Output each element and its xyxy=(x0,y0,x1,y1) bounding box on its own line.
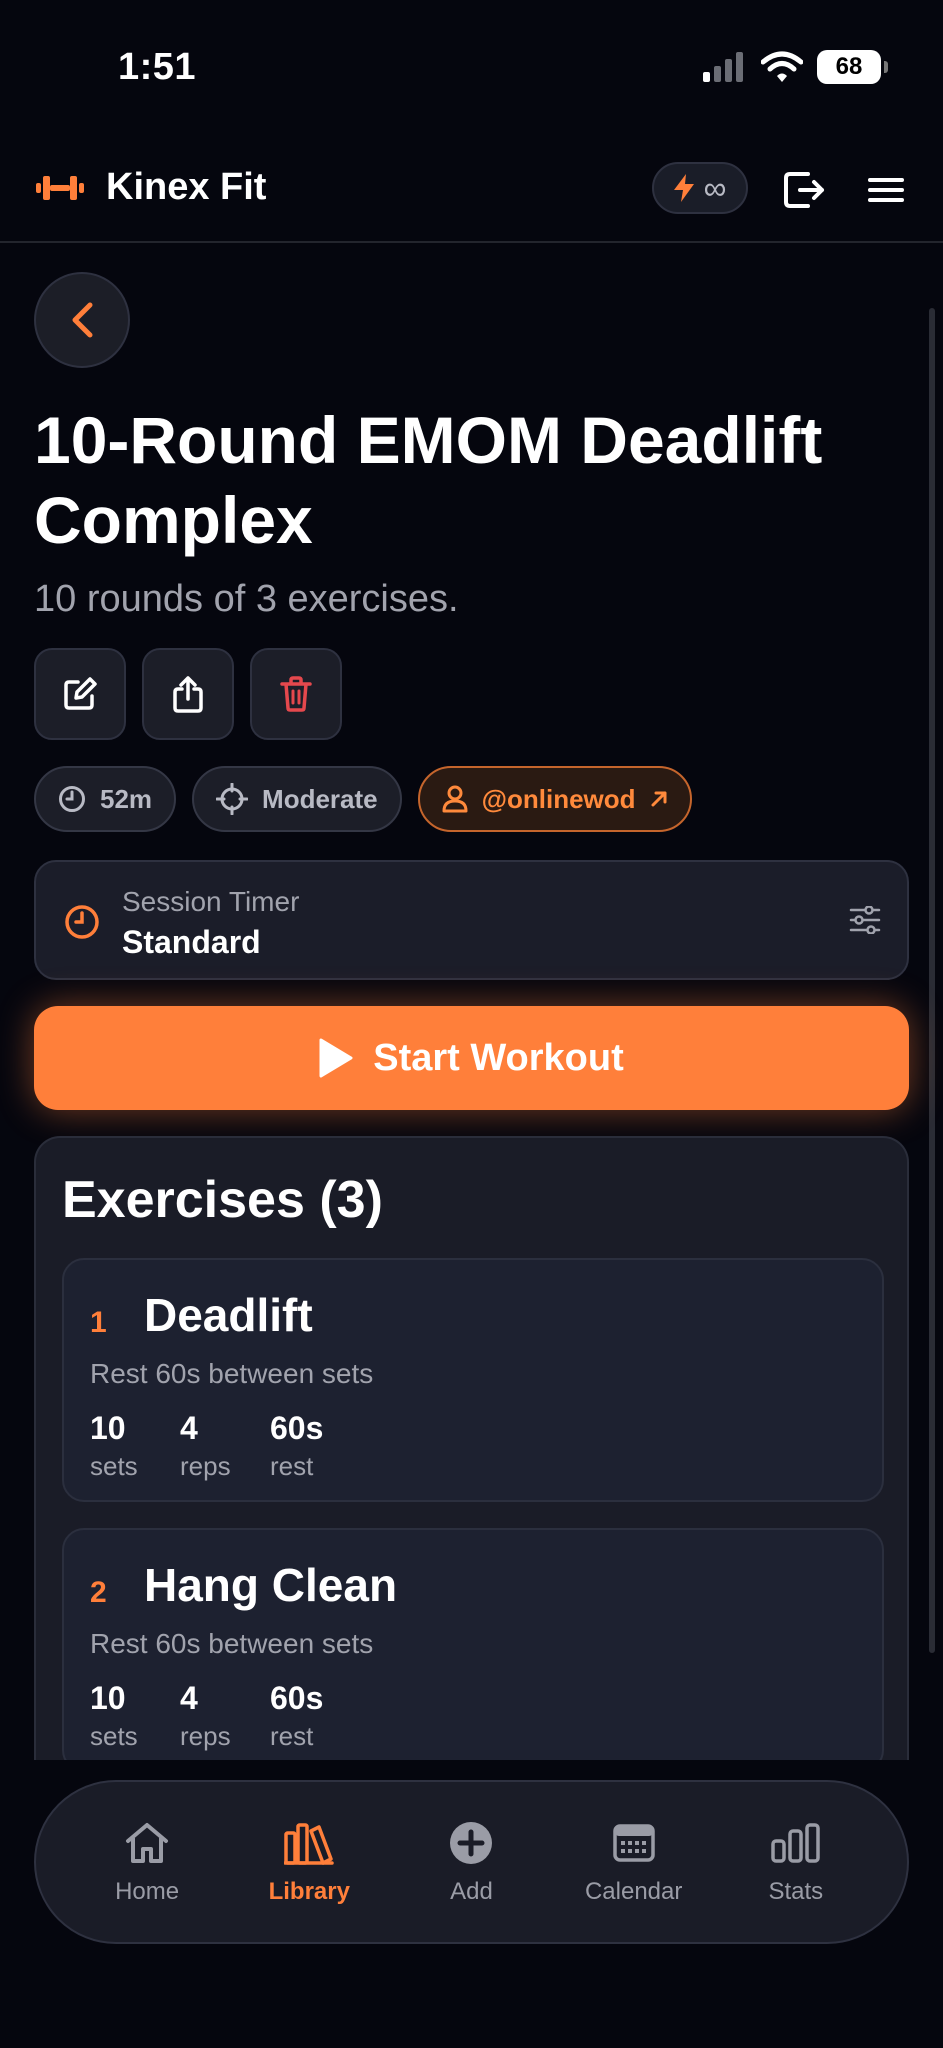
nav-item-stats[interactable]: Stats xyxy=(721,1818,871,1906)
workout-actions xyxy=(34,648,342,740)
delete-button[interactable] xyxy=(250,648,342,740)
nav-label-library: Library xyxy=(268,1878,350,1905)
nav-label-stats: Stats xyxy=(768,1878,824,1905)
chevron-left-icon xyxy=(72,302,93,338)
bottom-nav: Home Library Add Calendar Stats xyxy=(34,1780,909,1944)
exercise-note: Rest 60s between sets xyxy=(90,1358,374,1389)
exercise-reps: 4 reps xyxy=(180,1410,231,1482)
sets-value: 10 xyxy=(90,1680,126,1716)
exercise-note: Rest 60s between sets xyxy=(90,1628,374,1659)
scrollbar[interactable] xyxy=(929,308,935,1653)
share-icon xyxy=(173,676,203,713)
app-header: Kinex Fit ∞ xyxy=(0,140,943,243)
signal-icon xyxy=(703,52,743,82)
app-name: Kinex Fit xyxy=(106,166,267,208)
status-icons: 68 xyxy=(703,50,888,84)
back-button[interactable] xyxy=(34,272,130,368)
nav-item-library[interactable]: Library xyxy=(234,1818,384,1906)
status-time: 1:51 xyxy=(118,46,197,88)
logout-icon xyxy=(784,172,824,208)
nav-label-home: Home xyxy=(115,1878,180,1905)
exercises-heading: Exercises (3) xyxy=(62,1171,383,1229)
battery-indicator: 68 xyxy=(817,50,888,84)
exercise-name: Deadlift xyxy=(144,1289,313,1341)
duration-chip: 52m xyxy=(34,766,177,832)
duration-value: 52m xyxy=(100,783,153,814)
difficulty-value: Moderate xyxy=(262,783,378,814)
exercise-name: Hang Clean xyxy=(144,1559,398,1611)
home-icon xyxy=(126,1823,169,1863)
trash-icon xyxy=(280,676,312,712)
rest-label: rest xyxy=(270,1451,314,1481)
calendar-icon xyxy=(612,1824,655,1862)
exercises-panel: Exercises (3) 1 Deadlift Rest 60s betwee… xyxy=(34,1136,909,1776)
nav-item-calendar[interactable]: Calendar xyxy=(559,1818,709,1906)
exercise-rest: 60s rest xyxy=(270,1410,323,1482)
rest-value: 60s xyxy=(270,1680,324,1716)
exercise-rest: 60s rest xyxy=(270,1680,323,1752)
stats-icon xyxy=(771,1823,820,1863)
crosshair-icon xyxy=(216,783,249,815)
session-timer-label: Session Timer xyxy=(122,886,300,917)
workout-meta-chips: 52m Moderate @onlinewod xyxy=(34,766,692,832)
exercise-sets: 10 sets xyxy=(90,1410,138,1482)
exercise-number: 1 xyxy=(90,1306,107,1339)
reps-value: 4 xyxy=(180,1410,198,1446)
edit-icon xyxy=(64,677,97,710)
add-icon xyxy=(450,1822,493,1864)
external-arrow-icon xyxy=(651,791,667,807)
play-icon xyxy=(319,1038,353,1078)
rest-label: rest xyxy=(270,1721,314,1751)
dumbbell-logo-icon xyxy=(36,175,84,200)
workout-subtitle: 10 rounds of 3 exercises. xyxy=(34,578,459,620)
menu-button[interactable] xyxy=(866,170,906,210)
wifi-icon xyxy=(761,51,803,82)
start-workout-label: Start Workout xyxy=(373,1036,624,1079)
difficulty-chip: Moderate xyxy=(192,766,402,832)
sets-value: 10 xyxy=(90,1410,126,1446)
library-icon xyxy=(284,1823,335,1865)
rest-value: 60s xyxy=(270,1410,324,1446)
sliders-icon[interactable] xyxy=(849,906,881,934)
workout-title: 10-Round EMOM Deadlift Complex xyxy=(34,403,823,557)
lightning-icon xyxy=(673,174,694,202)
start-workout-button[interactable]: Start Workout xyxy=(34,1006,909,1110)
user-icon xyxy=(442,785,468,813)
clock-icon xyxy=(59,786,85,812)
author-chip[interactable]: @onlinewod xyxy=(417,766,692,832)
timer-clock-icon xyxy=(65,905,99,939)
reps-label: reps xyxy=(180,1451,231,1481)
session-timer-value: Standard xyxy=(122,924,261,960)
logout-button[interactable] xyxy=(780,166,828,214)
credits-pill[interactable]: ∞ xyxy=(652,162,748,214)
hamburger-menu-icon xyxy=(868,178,904,202)
nav-label-calendar: Calendar xyxy=(584,1878,683,1905)
exercise-card[interactable]: 2 Hang Clean Rest 60s between sets 10 se… xyxy=(62,1528,884,1772)
nav-item-add[interactable]: Add xyxy=(396,1818,546,1906)
reps-value: 4 xyxy=(180,1680,198,1716)
author-handle: @onlinewod xyxy=(481,783,636,814)
exercise-card[interactable]: 1 Deadlift Rest 60s between sets 10 sets… xyxy=(62,1258,884,1502)
workout-detail-screen: 1:51 68 Kinex Fit ∞ 10-Round EMOM Deadli… xyxy=(0,0,943,2048)
status-bar: 1:51 68 xyxy=(0,0,943,140)
share-button[interactable] xyxy=(142,648,234,740)
nav-label-add: Add xyxy=(450,1878,493,1905)
sets-label: sets xyxy=(90,1451,138,1481)
edit-button[interactable] xyxy=(34,648,126,740)
session-timer-card[interactable]: Session Timer Standard xyxy=(34,860,909,980)
reps-label: reps xyxy=(180,1721,231,1751)
exercise-sets: 10 sets xyxy=(90,1680,138,1752)
exercise-number: 2 xyxy=(90,1576,107,1609)
exercise-reps: 4 reps xyxy=(180,1680,231,1752)
nav-item-home[interactable]: Home xyxy=(72,1818,222,1906)
brand: Kinex Fit xyxy=(36,166,266,209)
sets-label: sets xyxy=(90,1721,138,1751)
credits-value: ∞ xyxy=(703,169,727,206)
